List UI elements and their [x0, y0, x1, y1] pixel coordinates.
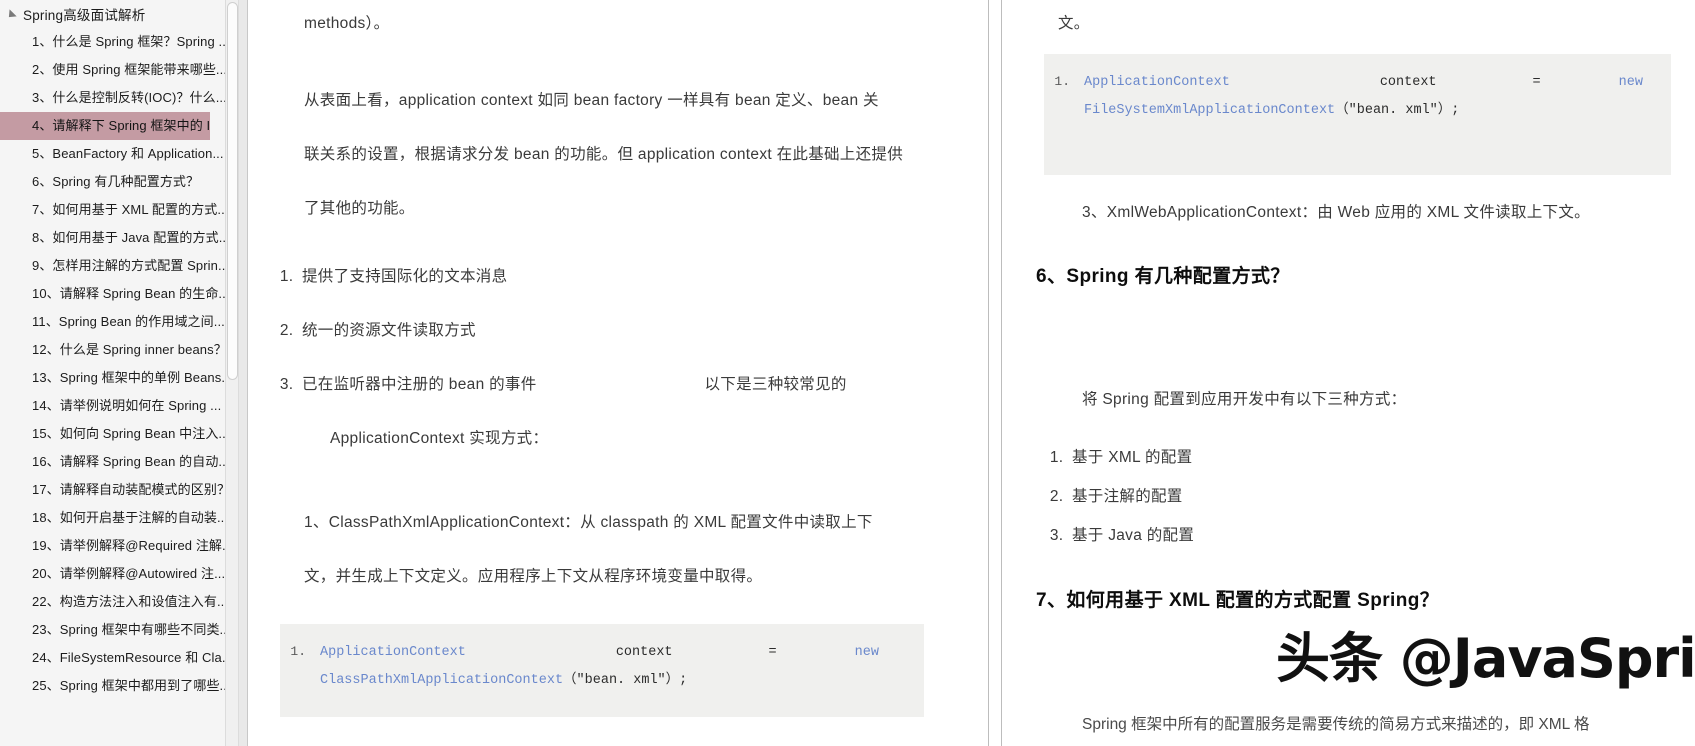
paragraph-config-intro: 将 Spring 配置到应用开发中有以下三种方式： — [1026, 382, 1671, 418]
sidebar-item-1[interactable]: 1、什么是 Spring 框架？Spring ... — [0, 28, 247, 56]
code-token-type: ApplicationContext — [320, 645, 466, 660]
document-viewer: methods）。 从表面上看，application context 如同 b… — [248, 0, 1695, 746]
list-item: 统一的资源文件读取方式 — [298, 304, 964, 358]
code-token-equals: = — [1533, 75, 1541, 90]
inline-note: 以下是三种较常见的 — [705, 358, 847, 412]
code-block-classpathxml: 1. ApplicationContext context = new ClassPat… — [280, 624, 924, 717]
code-line-number: 1. — [1044, 68, 1070, 96]
code-token-new: new — [855, 645, 879, 660]
paragraph-1-line-2: 联关系的设置，根据请求分发 bean 的功能。但 application con… — [272, 128, 964, 182]
heading-question-7: 7、如何用基于 XML 配置的方式配置 Spring？ — [1026, 585, 1671, 612]
sidebar-item-13[interactable]: 13、Spring 框架中的单例 Beans... — [0, 364, 247, 392]
sidebar-item-24[interactable]: 24、FileSystemResource 和 Cla... — [0, 644, 247, 672]
list-item: 提供了支持国际化的文本消息 — [298, 250, 964, 304]
code-token-argument: （"bean. xml"）; — [563, 673, 687, 688]
code-token-constructor: ClassPathXmlApplicationContext — [320, 673, 563, 688]
sidebar-scroll-gutter — [239, 0, 247, 746]
list-item-text: 已在监听器中注册的 bean 的事件 — [302, 358, 537, 412]
sidebar-scrollbar-track[interactable] — [225, 0, 239, 746]
ordered-list-features: 提供了支持国际化的文本消息 统一的资源文件读取方式 已在监听器中注册的 bean… — [272, 250, 964, 412]
sidebar-item-7[interactable]: 7、如何用基于 XML 配置的方式... — [0, 196, 247, 224]
paragraph-1-line-1: 从表面上看，application context 如同 bean factor… — [272, 74, 964, 128]
sidebar-item-20[interactable]: 20、请举例解释@Autowired 注... — [0, 560, 247, 588]
paragraph-appcontext-impl: ApplicationContext 实现方式： — [272, 412, 964, 466]
sidebar-item-2[interactable]: 2、使用 Spring 框架能带来哪些... — [0, 56, 247, 84]
sidebar-item-16[interactable]: 16、请解释 Spring Bean 的自动... — [0, 448, 247, 476]
sidebar-item-22[interactable]: 22、构造方法注入和设值注入有... — [0, 588, 247, 616]
outline-sidebar: Spring高级面试解析 1、什么是 Spring 框架？Spring ... … — [0, 0, 248, 746]
sidebar-item-17[interactable]: 17、请解释自动装配模式的区别？ — [0, 476, 247, 504]
code-token-variable: context — [1380, 75, 1437, 90]
sidebar-item-4-selected[interactable]: 4、请解释下 Spring 框架中的 Io... — [0, 112, 210, 140]
paragraph-1-line-3: 了其他的功能。 — [272, 182, 964, 236]
sidebar-item-5[interactable]: 5、BeanFactory 和 Application... — [0, 140, 247, 168]
paragraph-wen: 文。 — [1026, 14, 1671, 34]
sidebar-item-25[interactable]: 25、Spring 框架中都用到了哪些... — [0, 672, 247, 700]
list-item: 基于注解的配置 — [1068, 477, 1671, 516]
code-line-number: 1. — [280, 638, 306, 666]
sidebar-item-6[interactable]: 6、Spring 有几种配置方式？ — [0, 168, 247, 196]
code-token-argument: （"bean. xml"）; — [1335, 103, 1459, 118]
code-token-type: ApplicationContext — [1084, 75, 1230, 90]
sidebar-scrollbar-thumb[interactable] — [227, 2, 238, 380]
sidebar-item-8[interactable]: 8、如何用基于 Java 配置的方式... — [0, 224, 247, 252]
code-token-equals: = — [769, 645, 777, 660]
paragraph-faded-behind-watermark: Spring 框架中所有的配置服务是需要传统的简易方式来描述的，即 XML 格 — [1026, 712, 1671, 734]
list-item: 已在监听器中注册的 bean 的事件 以下是三种较常见的 — [298, 358, 964, 412]
heading-question-6: 6、Spring 有几种配置方式？ — [1026, 261, 1671, 288]
outline-root-node[interactable]: Spring高级面试解析 — [0, 0, 247, 28]
paragraph-2-line-1: 1、ClassPathXmlApplicationContext：从 class… — [272, 496, 964, 550]
sidebar-item-12[interactable]: 12、什么是 Spring inner beans？ — [0, 336, 247, 364]
sidebar-item-18[interactable]: 18、如何开启基于注解的自动装... — [0, 504, 247, 532]
triangle-collapse-icon[interactable] — [5, 9, 16, 20]
ordered-list-config-ways: 基于 XML 的配置 基于注解的配置 基于 Java 的配置 — [1026, 438, 1671, 555]
list-item: 基于 Java 的配置 — [1068, 516, 1671, 555]
code-token-variable: context — [616, 645, 673, 660]
code-token-new: new — [1619, 75, 1643, 90]
document-page-right: 文。 1. ApplicationContext context = new FileS… — [1002, 0, 1695, 746]
paragraph-xmlwebappcontext: 3、XmlWebApplicationContext：由 Web 应用的 XML… — [1026, 195, 1671, 231]
code-token-constructor: FileSystemXmlApplicationContext — [1084, 103, 1335, 118]
sidebar-item-10[interactable]: 10、请解释 Spring Bean 的生命... — [0, 280, 247, 308]
sidebar-item-23[interactable]: 23、Spring 框架中有哪些不同类... — [0, 616, 247, 644]
sidebar-item-15[interactable]: 15、如何向 Spring Bean 中注入... — [0, 420, 247, 448]
page-divider — [988, 0, 1002, 746]
paragraph-2-line-2: 文，并生成上下文定义。应用程序上下文从程序环境变量中取得。 — [272, 550, 964, 604]
code-block-filesystemxml: 1. ApplicationContext context = new FileSyst… — [1044, 54, 1671, 175]
list-item: 基于 XML 的配置 — [1068, 438, 1671, 477]
sidebar-item-14[interactable]: 14、请举例说明如何在 Spring ... — [0, 392, 247, 420]
document-reader-window: Spring高级面试解析 1、什么是 Spring 框架？Spring ... … — [0, 0, 1695, 746]
outline-item-list: 1、什么是 Spring 框架？Spring ... 2、使用 Spring 框… — [0, 28, 247, 700]
sidebar-item-19[interactable]: 19、请举例解释@Required 注解... — [0, 532, 247, 560]
sidebar-item-11[interactable]: 11、Spring Bean 的作用域之间... — [0, 308, 247, 336]
paragraph-methods: methods）。 — [272, 14, 964, 34]
sidebar-item-9[interactable]: 9、怎样用注解的方式配置 Sprin... — [0, 252, 247, 280]
sidebar-item-3[interactable]: 3、什么是控制反转(IOC)？什么... — [0, 84, 247, 112]
outline-root-label: Spring高级面试解析 — [23, 4, 145, 24]
document-page-left: methods）。 从表面上看，application context 如同 b… — [248, 0, 988, 746]
